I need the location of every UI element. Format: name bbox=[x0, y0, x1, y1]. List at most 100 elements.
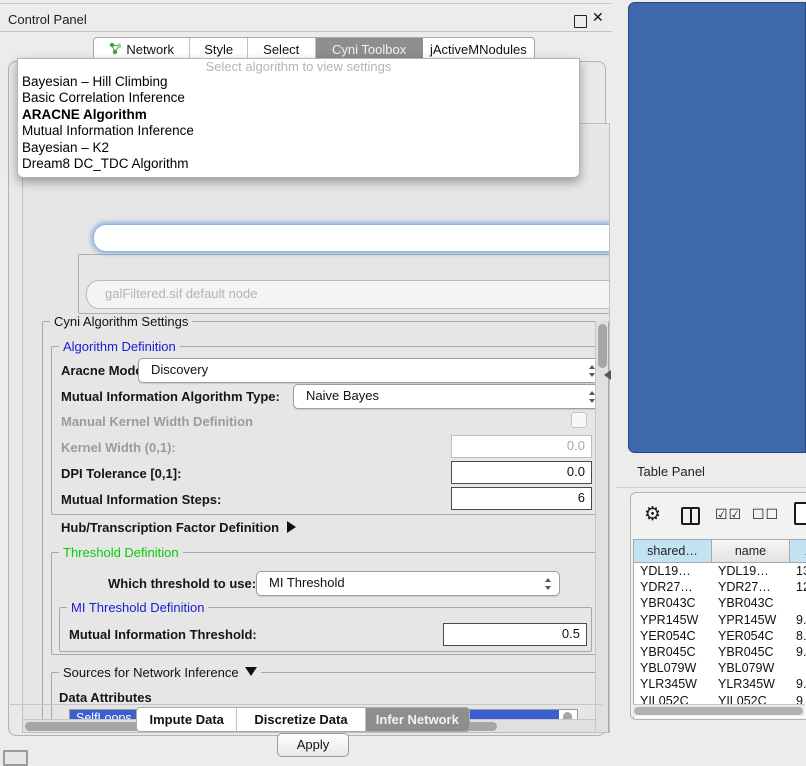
sources-title: Sources for Network Inference bbox=[63, 665, 239, 680]
manual-kernel-label: Manual Kernel Width Definition bbox=[61, 414, 253, 429]
kernel-width-label: Kernel Width (0,1): bbox=[61, 440, 176, 455]
table-panel: ⚙ ☑☑ ☐☐ shared…nameA YDL19… YDL19… 13 YDR27… bbox=[630, 492, 806, 720]
expand-right-icon[interactable] bbox=[287, 521, 296, 533]
apply-button[interactable]: Apply bbox=[277, 733, 349, 757]
hub-definition-toggle[interactable]: Hub/Transcription Factor Definition bbox=[61, 520, 296, 535]
table-cell: YBR045C bbox=[640, 644, 710, 660]
scrollbar-thumb[interactable] bbox=[598, 324, 607, 368]
table-cell: 13 bbox=[796, 563, 806, 579]
aracne-mode-select[interactable]: Discovery bbox=[138, 358, 604, 383]
table-cell: YDR27… bbox=[640, 579, 710, 595]
algorithm-option[interactable]: Bayesian – Hill Climbing bbox=[18, 74, 579, 90]
vertical-scrollbar[interactable] bbox=[595, 321, 608, 732]
algorithm-option[interactable]: Dream8 DC_TDC Algorithm bbox=[18, 156, 579, 172]
table-cell: YPR145W bbox=[718, 612, 788, 628]
table-row[interactable]: YBR043C YBR043C bbox=[634, 595, 806, 611]
manual-kernel-checkbox[interactable] bbox=[571, 412, 587, 428]
document-icon[interactable] bbox=[794, 502, 806, 525]
tab-label: Select bbox=[263, 42, 299, 57]
column-header-name[interactable]: name bbox=[712, 540, 790, 563]
table-row[interactable]: YDR27…YDR27…12 bbox=[634, 579, 806, 595]
divider bbox=[616, 487, 806, 488]
tab-discretize-data[interactable]: Discretize Data bbox=[237, 708, 365, 731]
table-cell: YBL079W bbox=[718, 660, 788, 676]
table-cell: YDL19… bbox=[718, 563, 788, 579]
scrollbar-thumb[interactable] bbox=[634, 707, 803, 715]
table-cell: YER054C bbox=[718, 628, 788, 644]
table-cell: 9. bbox=[796, 612, 806, 628]
float-panel-icon[interactable] bbox=[574, 15, 587, 28]
table-cell: YDR27… bbox=[718, 579, 788, 595]
mi-steps-field[interactable]: 6 bbox=[451, 487, 592, 510]
dpi-tolerance-label: DPI Tolerance [0,1]: bbox=[61, 466, 181, 481]
settings-scroll-area: galFiltered.sif default node Cyni Algori… bbox=[22, 123, 610, 733]
algorithm-option[interactable]: Mutual Information Inference bbox=[18, 123, 579, 139]
algorithm-option[interactable]: Basic Correlation Inference bbox=[18, 90, 579, 106]
dropdown-items: Bayesian – Hill ClimbingBasic Correlatio… bbox=[18, 74, 579, 172]
tab-label: Style bbox=[204, 42, 233, 57]
divider bbox=[10, 704, 602, 705]
close-panel-icon[interactable]: ✕ bbox=[592, 9, 604, 26]
mi-type-select[interactable]: Naive Bayes bbox=[293, 384, 604, 409]
table-horizontal-scrollbar[interactable] bbox=[633, 704, 805, 716]
inference-algorithm-combo-fragment[interactable] bbox=[93, 224, 610, 252]
group-title: Threshold Definition bbox=[59, 545, 183, 560]
kernel-width-field[interactable]: 0.0 bbox=[451, 435, 592, 458]
stepper-icon bbox=[545, 578, 552, 590]
collapse-down-icon[interactable] bbox=[245, 667, 257, 676]
tab-infer-network[interactable]: Infer Network bbox=[366, 708, 469, 731]
table-row[interactable]: YBR045CYBR045C9. bbox=[634, 644, 806, 660]
table-cell: YLR345W bbox=[718, 676, 788, 692]
which-threshold-select[interactable]: MI Threshold bbox=[256, 571, 560, 596]
settings-gear-icon[interactable]: ⚙ bbox=[644, 503, 661, 526]
mi-type-value: Naive Bayes bbox=[306, 388, 379, 403]
group-title: Cyni Algorithm Settings bbox=[50, 314, 192, 329]
table-row[interactable]: YBL079W YBL079W bbox=[634, 660, 806, 676]
table-row[interactable]: YER054CYER054C8. bbox=[634, 628, 806, 644]
column-header-shared[interactable]: shared… bbox=[634, 540, 712, 563]
column-header-a[interactable]: A bbox=[790, 540, 806, 563]
algorithm-option[interactable]: Bayesian – K2 bbox=[18, 140, 579, 156]
table-cell: YBR045C bbox=[718, 644, 788, 660]
control-panel-title: Control Panel bbox=[8, 12, 87, 27]
mi-threshold-label: Mutual Information Threshold: bbox=[69, 627, 257, 642]
aracne-mode-value: Discovery bbox=[151, 362, 208, 377]
tab-label: Discretize Data bbox=[254, 712, 347, 727]
mi-type-label: Mutual Information Algorithm Type: bbox=[61, 389, 280, 404]
which-threshold-value: MI Threshold bbox=[269, 575, 345, 590]
splitter-arrow-icon[interactable] bbox=[604, 370, 611, 380]
algorithm-dropdown-popup: Select algorithm to view settings Bayesi… bbox=[17, 58, 580, 178]
table-cell: YBR043C bbox=[640, 595, 710, 611]
table-panel-title: Table Panel bbox=[637, 464, 705, 479]
aracne-mode-label: Aracne Mode: bbox=[61, 363, 147, 378]
hub-definition-label: Hub/Transcription Factor Definition bbox=[61, 520, 279, 535]
unchecked-columns-icon[interactable]: ☐☐ bbox=[752, 506, 779, 523]
split-columns-icon[interactable] bbox=[681, 507, 700, 525]
algorithm-option[interactable]: ARACNE Algorithm bbox=[18, 107, 579, 123]
table-cell: YBL079W bbox=[640, 660, 710, 676]
sources-toggle[interactable]: Sources for Network Inference bbox=[59, 665, 261, 680]
tab-label: jActiveMNodules bbox=[430, 42, 527, 57]
table-row[interactable]: YDL19… YDL19… 13 bbox=[634, 563, 806, 579]
divider bbox=[0, 31, 612, 32]
dpi-tolerance-field[interactable]: 0.0 bbox=[451, 461, 592, 484]
mi-threshold-field[interactable]: 0.5 bbox=[443, 623, 587, 646]
network-view-frame: GALGAL80GAL10GAL1GAL11SWI4GAL4GCY1HAP4YH… bbox=[628, 2, 806, 453]
table-cell: YPR145W bbox=[640, 612, 710, 628]
mi-steps-label: Mutual Information Steps: bbox=[61, 492, 221, 507]
tab-label: Infer Network bbox=[376, 712, 459, 727]
tab-label: Network bbox=[126, 42, 174, 57]
data-table-combo[interactable]: galFiltered.sif default node bbox=[86, 280, 610, 309]
table-row[interactable]: YLR345WYLR345W9. bbox=[634, 676, 806, 692]
table-cell: YDL19… bbox=[640, 563, 710, 579]
tab-label: Impute Data bbox=[149, 712, 223, 727]
table-row[interactable]: YPR145W YPR145W 9. bbox=[634, 612, 806, 628]
table-cell: YLR345W bbox=[640, 676, 710, 692]
dropdown-placeholder: Select algorithm to view settings bbox=[18, 59, 579, 74]
table-cell: YBR043C bbox=[718, 595, 788, 611]
table-cell: 8. bbox=[796, 628, 806, 644]
restore-panel-button[interactable] bbox=[3, 750, 28, 766]
tab-impute-data[interactable]: Impute Data bbox=[137, 708, 237, 731]
group-title: MI Threshold Definition bbox=[67, 600, 208, 615]
checked-columns-icon[interactable]: ☑☑ bbox=[715, 506, 742, 523]
